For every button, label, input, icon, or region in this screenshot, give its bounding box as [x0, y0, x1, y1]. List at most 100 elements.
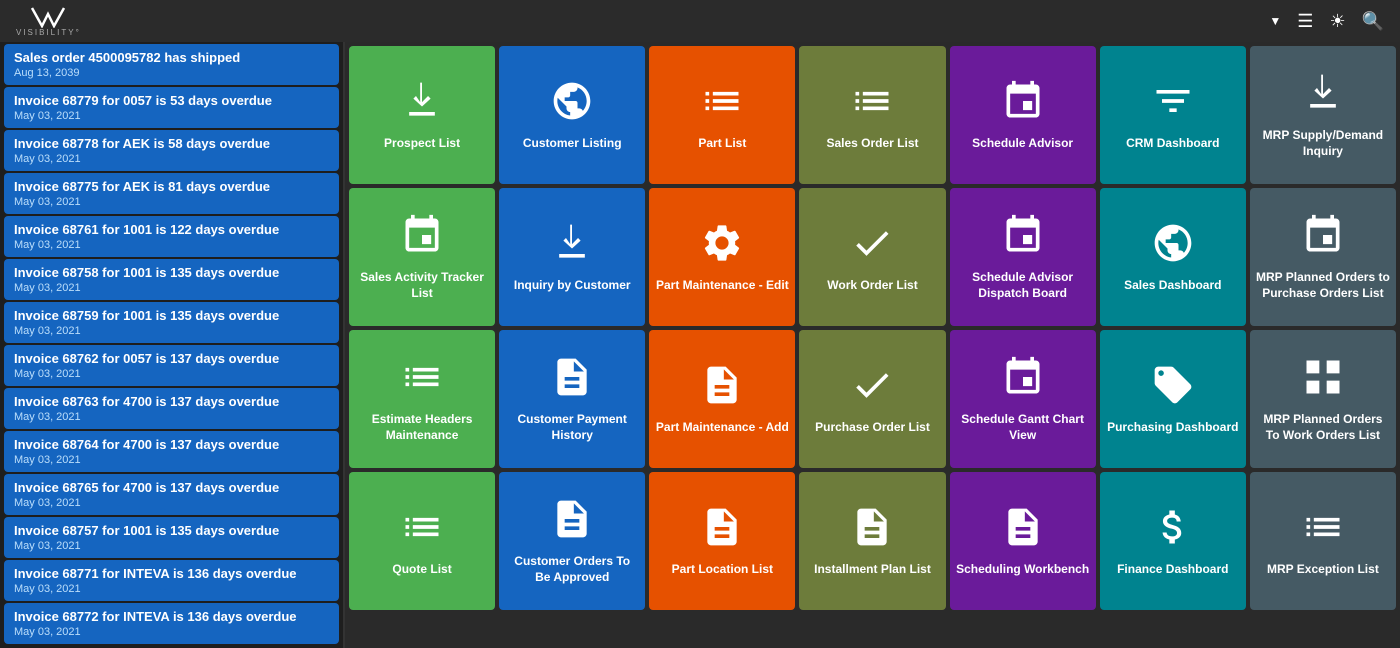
sidebar-item[interactable]: Invoice 68757 for 1001 is 135 days overd… — [4, 517, 339, 558]
tile-label: Part Location List — [672, 562, 773, 578]
tile-label: Part Maintenance - Add — [656, 420, 789, 436]
tile-label: Estimate Headers Maintenance — [355, 412, 489, 443]
tile-crm-dashboard[interactable]: CRM Dashboard — [1100, 46, 1246, 184]
tile-icon — [550, 221, 594, 278]
tile-icon — [1151, 363, 1195, 420]
tile-label: Customer Listing — [523, 136, 622, 152]
tile-sales-order-list[interactable]: Sales Order List — [799, 46, 945, 184]
sidebar-item[interactable]: Invoice 68759 for 1001 is 135 days overd… — [4, 302, 339, 343]
sidebar-item[interactable]: Invoice 68765 for 4700 is 137 days overd… — [4, 474, 339, 515]
search-icon[interactable]: 🔍 — [1362, 11, 1384, 32]
tile-label: Scheduling Workbench — [956, 562, 1089, 578]
tile-icon — [400, 79, 444, 136]
tile-icon — [550, 497, 594, 554]
tile-icon — [850, 363, 894, 420]
tile-label: Customer Payment History — [505, 412, 639, 443]
tile-label: MRP Planned Orders To Work Orders List — [1256, 412, 1390, 443]
tile-icon — [1301, 71, 1345, 128]
tile-label: Work Order List — [827, 278, 917, 294]
tile-mrp-planned-orders-to-work-orders-list[interactable]: MRP Planned Orders To Work Orders List — [1250, 330, 1396, 468]
tile-icon — [850, 79, 894, 136]
tile-schedule-gantt-chart-view[interactable]: Schedule Gantt Chart View — [950, 330, 1096, 468]
tile-icon — [850, 505, 894, 562]
tile-mrp-exception-list[interactable]: MRP Exception List — [1250, 472, 1396, 610]
tile-icon — [700, 79, 744, 136]
tile-quote-list[interactable]: Quote List — [349, 472, 495, 610]
header-right: ▼ ☰ ☀ 🔍 — [1253, 11, 1384, 32]
hamburger-icon[interactable]: ☰ — [1297, 11, 1313, 32]
tile-icon — [1001, 213, 1045, 270]
sidebar-item[interactable]: Invoice 68775 for AEK is 81 days overdue… — [4, 173, 339, 214]
tile-label: MRP Exception List — [1267, 562, 1379, 578]
sidebar-item[interactable]: Sales order 4500095782 has shippedAug 13… — [4, 44, 339, 85]
sidebar-item[interactable]: Invoice 68762 for 0057 is 137 days overd… — [4, 345, 339, 386]
tile-label: Purchase Order List — [815, 420, 930, 436]
tile-customer-orders-to-be-approved[interactable]: Customer Orders To Be Approved — [499, 472, 645, 610]
tile-prospect-list[interactable]: Prospect List — [349, 46, 495, 184]
tile-icon — [700, 363, 744, 420]
grid-area: Prospect List Customer Listing Part List… — [345, 42, 1400, 648]
tile-icon — [400, 355, 444, 412]
tile-icon — [550, 355, 594, 412]
tile-finance-dashboard[interactable]: Finance Dashboard — [1100, 472, 1246, 610]
tile-label: CRM Dashboard — [1126, 136, 1219, 152]
tile-customer-listing[interactable]: Customer Listing — [499, 46, 645, 184]
tile-part-maintenance---edit[interactable]: Part Maintenance - Edit — [649, 188, 795, 326]
tile-label: Customer Orders To Be Approved — [505, 554, 639, 585]
tile-icon — [700, 505, 744, 562]
tile-icon — [1001, 355, 1045, 412]
logo: VISIBILITY° — [16, 5, 81, 37]
sidebar-item[interactable]: Invoice 68779 for 0057 is 53 days overdu… — [4, 87, 339, 128]
tile-grid: Prospect List Customer Listing Part List… — [349, 46, 1396, 610]
tile-label: Schedule Advisor — [972, 136, 1073, 152]
tile-schedule-advisor[interactable]: Schedule Advisor — [950, 46, 1096, 184]
sidebar-item[interactable]: Invoice 68758 for 1001 is 135 days overd… — [4, 259, 339, 300]
globe-icon[interactable]: ☀ — [1329, 11, 1345, 32]
tile-icon — [850, 221, 894, 278]
tile-icon — [700, 221, 744, 278]
sidebar-item[interactable]: Invoice 68771 for INTEVA is 136 days ove… — [4, 560, 339, 601]
tile-scheduling-workbench[interactable]: Scheduling Workbench — [950, 472, 1096, 610]
tile-purchase-order-list[interactable]: Purchase Order List — [799, 330, 945, 468]
tile-icon — [1151, 505, 1195, 562]
tile-estimate-headers-maintenance[interactable]: Estimate Headers Maintenance — [349, 330, 495, 468]
tile-mrp-planned-orders-to-purchase-orders-list[interactable]: MRP Planned Orders to Purchase Orders Li… — [1250, 188, 1396, 326]
tile-icon — [1001, 505, 1045, 562]
tile-label: Purchasing Dashboard — [1107, 420, 1238, 436]
tile-part-maintenance---add[interactable]: Part Maintenance - Add — [649, 330, 795, 468]
tile-icon — [1151, 79, 1195, 136]
tile-part-location-list[interactable]: Part Location List — [649, 472, 795, 610]
sidebar-item[interactable]: Invoice 68761 for 1001 is 122 days overd… — [4, 216, 339, 257]
tile-schedule-advisor-dispatch-board[interactable]: Schedule Advisor Dispatch Board — [950, 188, 1096, 326]
header-left: VISIBILITY° — [16, 5, 93, 37]
sidebar-item[interactable]: Invoice 68764 for 4700 is 137 days overd… — [4, 431, 339, 472]
dropdown-arrow-icon[interactable]: ▼ — [1269, 14, 1281, 28]
tile-label: MRP Planned Orders to Purchase Orders Li… — [1256, 270, 1390, 301]
tile-inquiry-by-customer[interactable]: Inquiry by Customer — [499, 188, 645, 326]
tile-icon — [1301, 355, 1345, 412]
tile-mrp-supplydemand-inquiry[interactable]: MRP Supply/Demand Inquiry — [1250, 46, 1396, 184]
main-content: Sales order 4500095782 has shippedAug 13… — [0, 42, 1400, 648]
tile-label: Sales Activity Tracker List — [355, 270, 489, 301]
tile-icon — [400, 213, 444, 270]
tile-label: Schedule Gantt Chart View — [956, 412, 1090, 443]
tile-purchasing-dashboard[interactable]: Purchasing Dashboard — [1100, 330, 1246, 468]
tile-label: Part List — [698, 136, 746, 152]
tile-customer-payment-history[interactable]: Customer Payment History — [499, 330, 645, 468]
tile-label: Sales Dashboard — [1124, 278, 1221, 294]
tile-label: Schedule Advisor Dispatch Board — [956, 270, 1090, 301]
tile-label: Inquiry by Customer — [514, 278, 631, 294]
tile-icon — [1001, 79, 1045, 136]
tile-sales-dashboard[interactable]: Sales Dashboard — [1100, 188, 1246, 326]
tile-label: Quote List — [392, 562, 451, 578]
tile-icon — [550, 79, 594, 136]
tile-sales-activity-tracker-list[interactable]: Sales Activity Tracker List — [349, 188, 495, 326]
tile-installment-plan-list[interactable]: Installment Plan List — [799, 472, 945, 610]
sidebar-item[interactable]: Invoice 68778 for AEK is 58 days overdue… — [4, 130, 339, 171]
tile-label: Prospect List — [384, 136, 460, 152]
header: VISIBILITY° ▼ ☰ ☀ 🔍 — [0, 0, 1400, 42]
tile-part-list[interactable]: Part List — [649, 46, 795, 184]
sidebar-item[interactable]: Invoice 68772 for INTEVA is 136 days ove… — [4, 603, 339, 644]
sidebar-item[interactable]: Invoice 68763 for 4700 is 137 days overd… — [4, 388, 339, 429]
tile-work-order-list[interactable]: Work Order List — [799, 188, 945, 326]
